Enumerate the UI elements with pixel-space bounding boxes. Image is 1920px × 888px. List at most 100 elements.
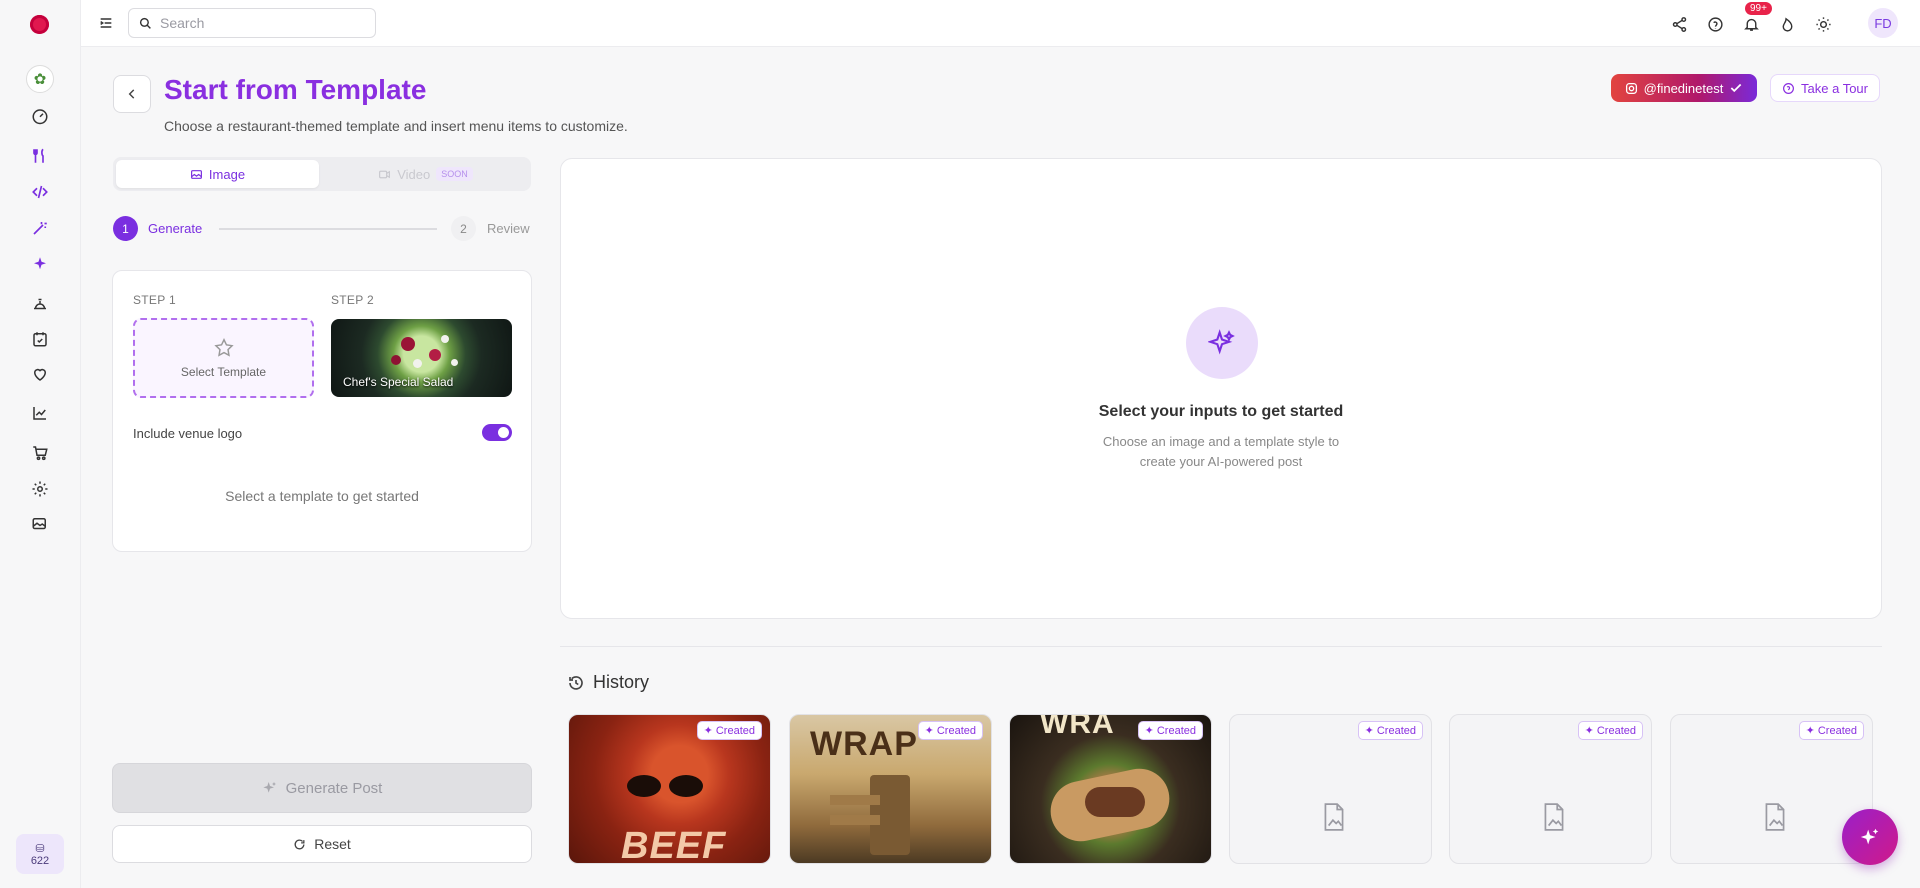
magic-wand-icon[interactable] — [29, 217, 51, 239]
back-button[interactable] — [113, 75, 151, 113]
gear-icon[interactable] — [29, 478, 51, 500]
thumb-text: WRAP — [810, 725, 918, 763]
created-badge: ✦ Created — [1357, 721, 1423, 740]
credits-value: 622 — [30, 854, 50, 867]
check-icon — [1731, 83, 1742, 93]
badge-label: Created — [1156, 724, 1196, 737]
created-badge: ✦ Created — [1577, 721, 1643, 740]
history-item[interactable]: BEEF ✦ Created — [568, 714, 771, 864]
badge-label: Created — [1596, 724, 1636, 737]
history-clock-icon — [569, 675, 583, 690]
left-sidebar: ✿ ⛁ 622 — [0, 0, 81, 888]
menu-toggle-icon[interactable] — [95, 12, 117, 34]
instagram-icon — [1625, 82, 1637, 94]
take-tour-button[interactable]: Take a Tour — [1770, 74, 1880, 102]
history-heading: History — [567, 672, 649, 693]
step-1-heading: STEP 1 — [133, 293, 176, 307]
user-avatar[interactable]: FD — [1868, 8, 1898, 38]
floating-ai-button[interactable] — [1842, 809, 1898, 865]
history-item[interactable]: WRA ✦ Created — [1009, 714, 1212, 864]
chevron-left-icon — [128, 89, 135, 99]
badge-label: Created — [1817, 724, 1857, 737]
file-image-icon — [1765, 803, 1785, 831]
search-input[interactable] — [158, 14, 358, 32]
include-logo-toggle[interactable] — [482, 424, 512, 441]
venue-avatar[interactable]: ✿ — [26, 65, 54, 93]
page-title: Start from Template — [164, 74, 427, 105]
instagram-account-button[interactable]: @finedinetest — [1611, 74, 1757, 102]
file-image-icon — [1324, 803, 1344, 831]
share-icon[interactable] — [1668, 13, 1690, 35]
badge-label: Created — [936, 724, 976, 737]
notification-bell-icon[interactable] — [1740, 13, 1762, 35]
preview-panel: Select your inputs to get started Choose… — [560, 158, 1882, 619]
generate-post-button[interactable]: Generate Post — [112, 763, 532, 813]
include-logo-label: Include venue logo — [133, 426, 243, 441]
tab-image[interactable]: Image — [116, 160, 319, 188]
soon-badge: SOON — [436, 167, 473, 181]
badge-label: Created — [715, 724, 755, 737]
history-item[interactable]: ✦ Created — [1449, 714, 1652, 864]
bell-service-icon[interactable] — [29, 293, 51, 315]
thumb-text: BEEF — [621, 825, 727, 864]
step-1-label: Generate — [148, 221, 203, 236]
code-icon[interactable] — [29, 181, 51, 203]
chart-line-icon[interactable] — [29, 402, 51, 424]
select-template-button[interactable]: Select Template — [133, 318, 314, 398]
image-icon — [190, 169, 202, 179]
top-bar: 99+ FD — [81, 0, 1920, 47]
divider — [560, 646, 1882, 647]
step-2-label: Review — [487, 221, 530, 236]
sparkles-icon: ✦ — [703, 725, 713, 737]
sparkles-icon — [1186, 307, 1258, 379]
stepper: 1 Generate 2 Review — [113, 216, 533, 242]
cart-icon[interactable] — [29, 442, 51, 464]
preview-subtitle-line-2: create your AI-powered post — [1139, 454, 1303, 469]
selected-dish-image[interactable]: Chef's Special Salad — [331, 319, 512, 397]
flame-icon[interactable] — [1776, 13, 1798, 35]
sparkles-icon: ✦ — [1805, 725, 1815, 737]
calendar-check-icon[interactable] — [29, 328, 51, 350]
preview-title: Select your inputs to get started — [1098, 403, 1344, 420]
step-2-number: 2 — [451, 216, 476, 241]
theme-sun-icon[interactable] — [1812, 13, 1834, 35]
dish-name: Chef's Special Salad — [343, 375, 454, 389]
history-item[interactable]: WRAP ✦ Created — [789, 714, 992, 864]
search-icon — [139, 17, 151, 29]
created-badge: ✦ Created — [917, 721, 983, 740]
sparkles-icon — [1860, 828, 1879, 845]
brand-logo[interactable] — [30, 15, 49, 34]
sparkles-icon: ✦ — [1364, 725, 1374, 737]
template-hint: Select a template to get started — [225, 488, 419, 504]
preview-subtitle: Choose an image and a template style to … — [561, 432, 1881, 472]
help-circle-icon — [1783, 82, 1794, 94]
created-badge: ✦ Created — [1798, 721, 1864, 740]
notification-count: 99+ — [1745, 2, 1772, 15]
sparkles-icon — [262, 782, 276, 793]
refresh-icon — [294, 838, 305, 849]
reset-button[interactable]: Reset — [112, 825, 532, 863]
take-tour-label: Take a Tour — [1801, 80, 1868, 96]
badge-label: Created — [1376, 724, 1416, 737]
images-icon[interactable] — [29, 513, 51, 535]
preview-subtitle-line-1: Choose an image and a template style to — [1102, 434, 1340, 449]
tab-image-label: Image — [208, 166, 246, 182]
help-icon[interactable] — [1704, 13, 1726, 35]
step-connector — [219, 228, 437, 230]
video-icon — [379, 170, 391, 178]
tab-video-label: Video — [397, 166, 431, 182]
search-box[interactable] — [128, 8, 376, 38]
reset-label: Reset — [314, 836, 351, 852]
star-icon — [213, 338, 234, 357]
dashboard-gauge-icon[interactable] — [29, 105, 51, 127]
tab-video: Video SOON — [324, 160, 527, 188]
sparkles-icon[interactable] — [29, 253, 51, 275]
history-item[interactable]: ✦ Created — [1229, 714, 1432, 864]
history-title: History — [593, 672, 650, 692]
instagram-handle: @finedinetest — [1643, 80, 1724, 96]
heart-icon[interactable] — [29, 363, 51, 385]
fork-knife-icon[interactable] — [29, 145, 51, 167]
credits-counter[interactable]: ⛁ 622 — [16, 834, 64, 874]
select-template-label: Select Template — [180, 365, 267, 379]
config-card: STEP 1 STEP 2 Select Template Chef's Spe… — [112, 270, 532, 552]
